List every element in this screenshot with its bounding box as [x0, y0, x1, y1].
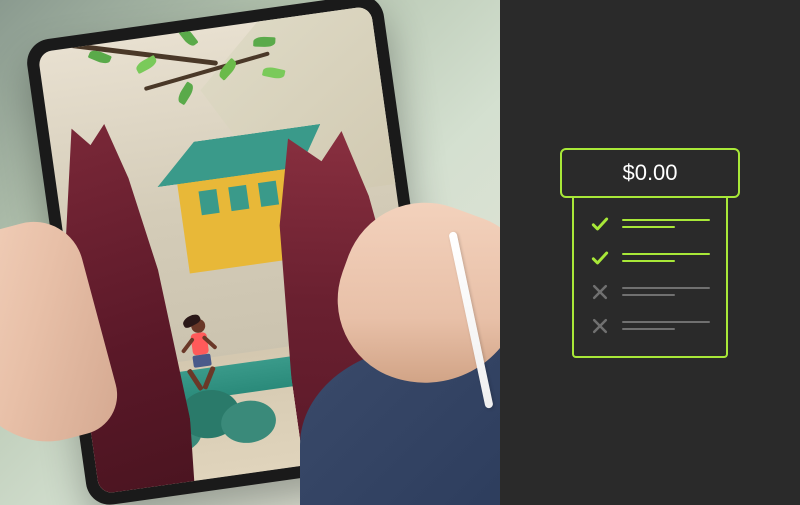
pricing-panel: $0.00	[500, 0, 800, 505]
feature-text-placeholder	[622, 321, 710, 330]
feature-text-placeholder	[622, 287, 710, 296]
leaf-icon	[217, 58, 239, 81]
feature-item	[590, 316, 710, 336]
leaf-icon	[134, 55, 158, 74]
cross-icon	[590, 282, 610, 302]
window-shape	[258, 181, 279, 207]
window-shape	[199, 189, 220, 215]
tablet-illustration-scene	[0, 0, 500, 505]
feature-checklist	[572, 196, 728, 358]
price-header: $0.00	[560, 148, 740, 198]
cross-icon	[590, 316, 610, 336]
window-shape	[228, 185, 249, 211]
pricing-widget: $0.00	[560, 148, 740, 358]
feature-item	[590, 282, 710, 302]
check-icon	[590, 248, 610, 268]
leaf-icon	[253, 37, 275, 48]
feature-text-placeholder	[622, 219, 710, 228]
price-label: $0.00	[622, 160, 677, 186]
feature-item	[590, 214, 710, 234]
leaf-icon	[176, 81, 196, 105]
leaf-icon	[262, 66, 286, 80]
feature-item	[590, 248, 710, 268]
runner-figure	[176, 316, 225, 391]
feature-text-placeholder	[622, 253, 710, 262]
hero-image-panel	[0, 0, 500, 505]
check-icon	[590, 214, 610, 234]
leaf-icon	[177, 25, 198, 48]
